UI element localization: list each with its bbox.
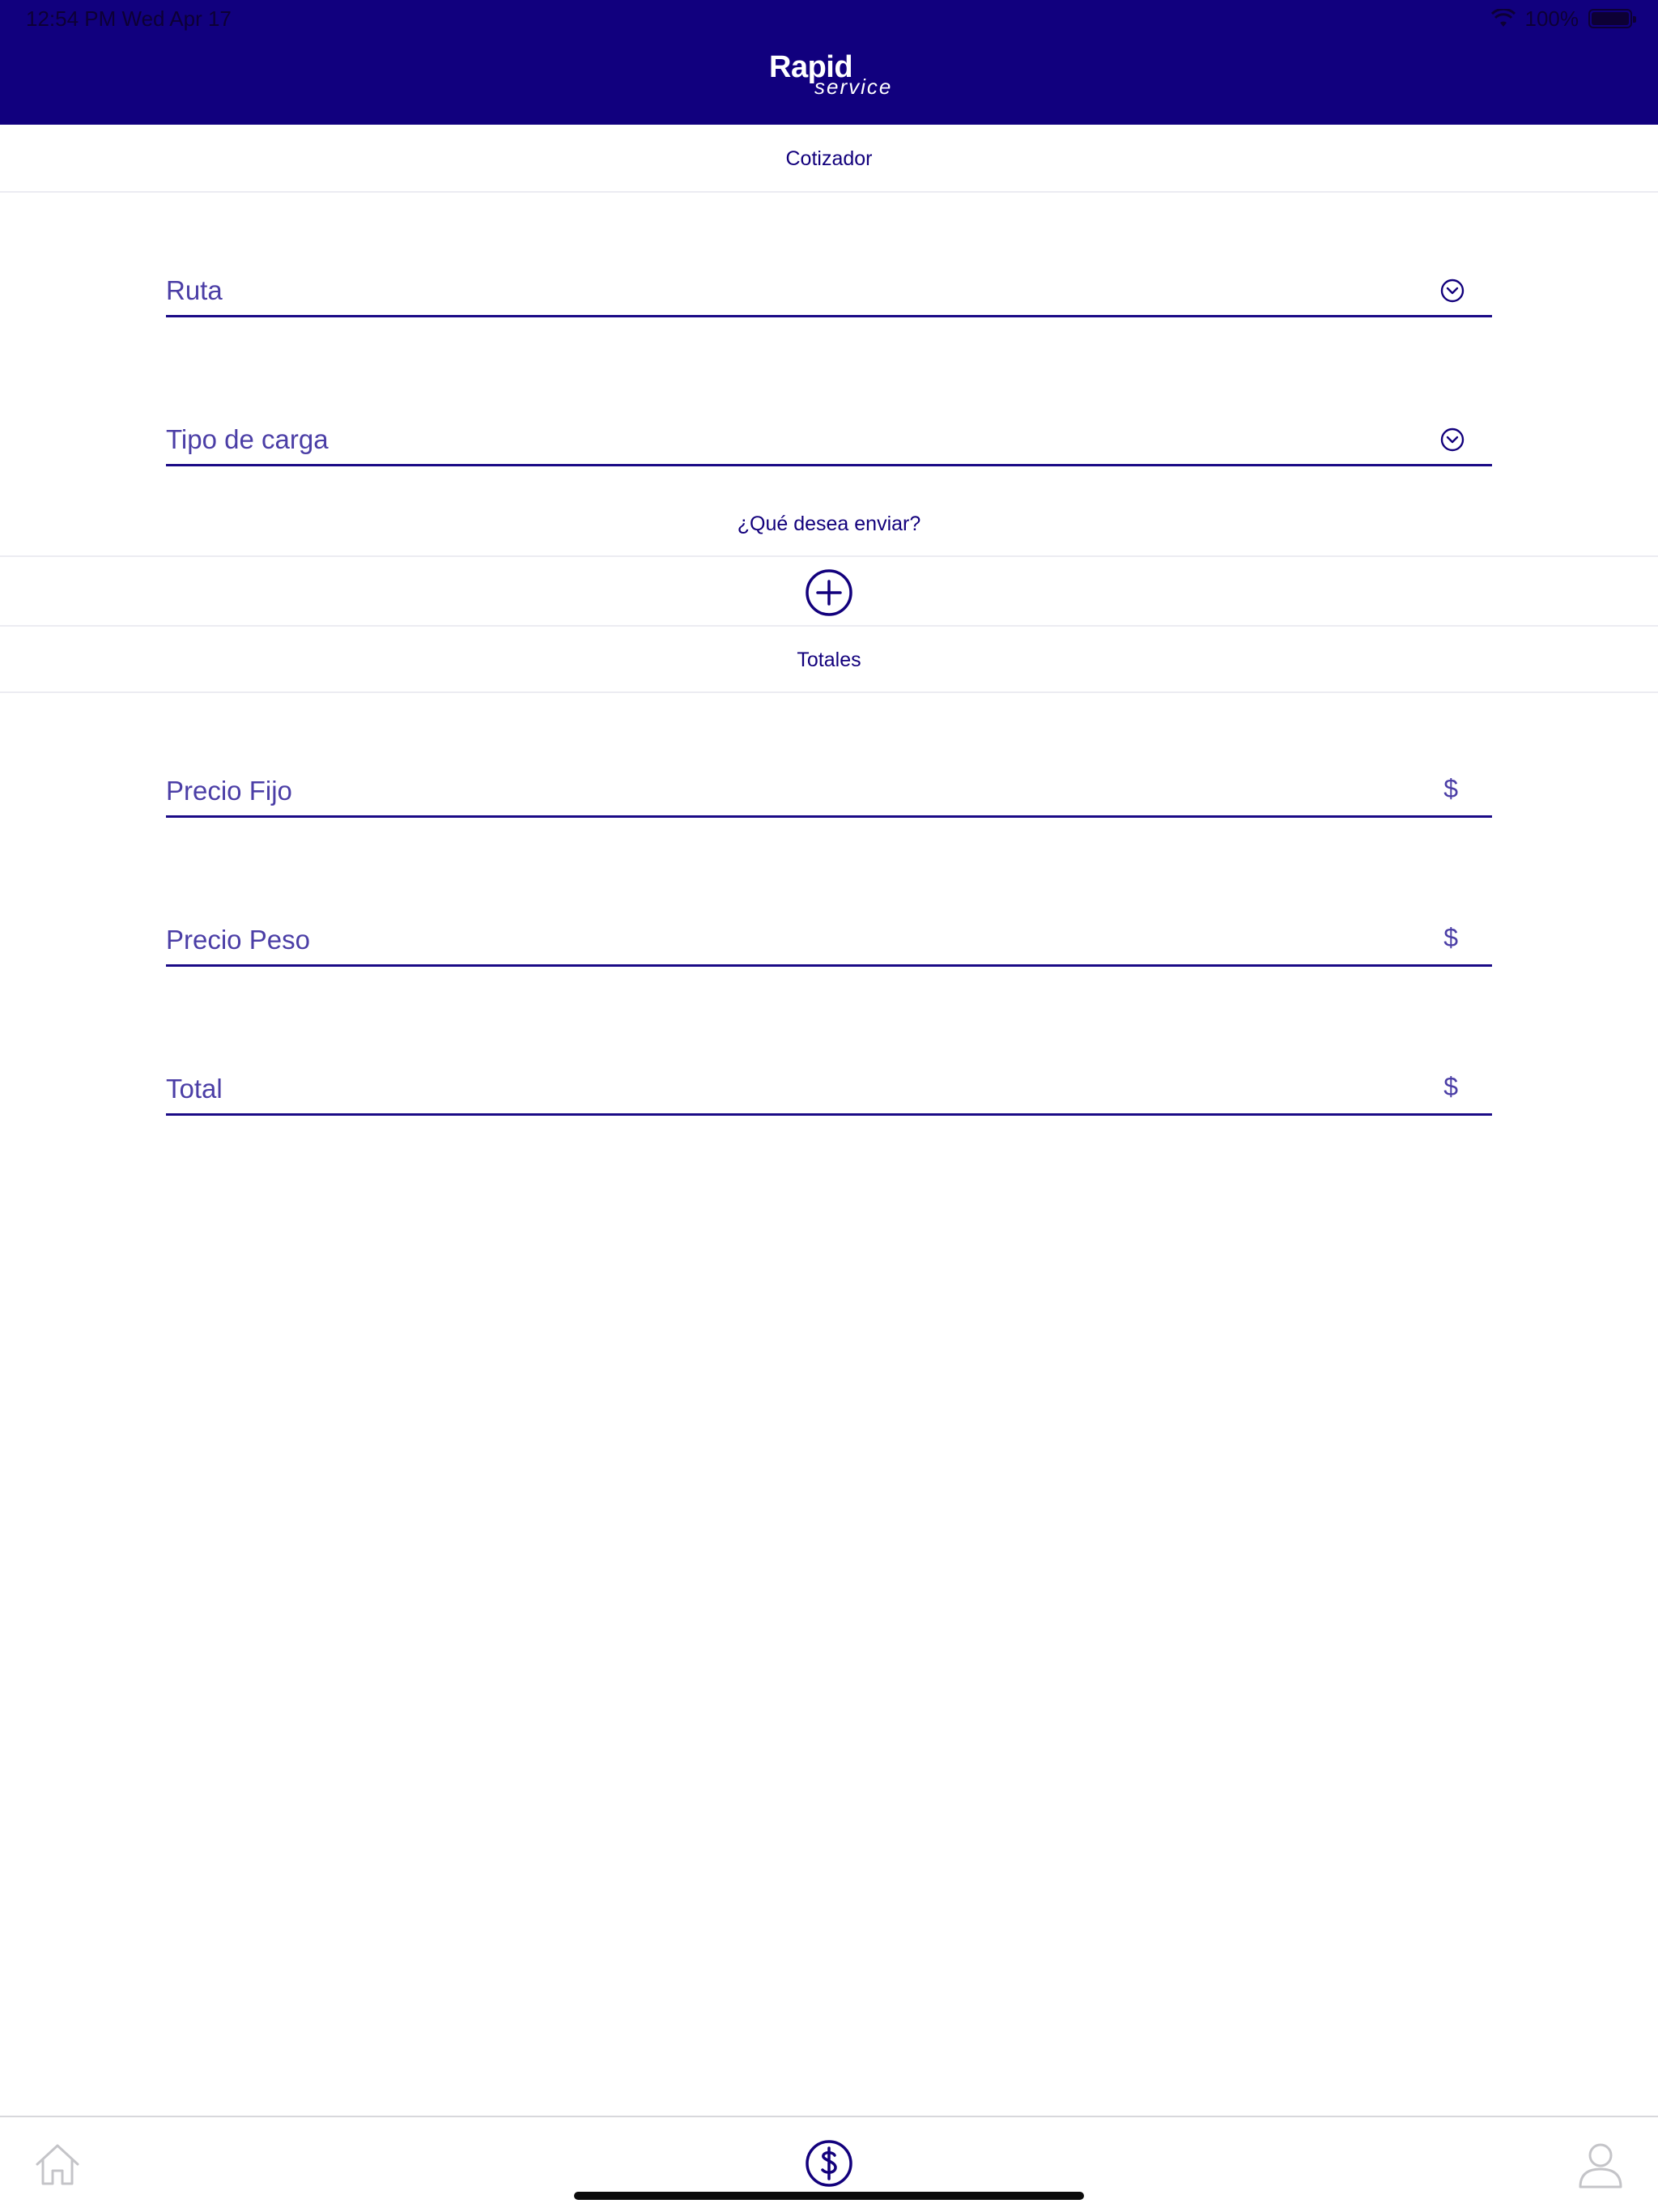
home-indicator [574, 2192, 1084, 2200]
precio-fijo-field[interactable]: Precio Fijo $ [166, 769, 1492, 818]
total-field[interactable]: Total $ [166, 1067, 1492, 1116]
chevron-down-circle-icon [1440, 428, 1465, 452]
battery-icon [1588, 9, 1636, 28]
ruta-label: Ruta [166, 275, 223, 305]
precio-peso-label: Precio Peso [166, 925, 310, 955]
add-item-row [0, 557, 1658, 627]
status-bar: 12:54 PM Wed Apr 17 100% [0, 0, 1658, 37]
logo-sub-text: service [814, 74, 893, 99]
section-title-totales: Totales [0, 627, 1658, 693]
chevron-down-circle-icon [1440, 279, 1465, 303]
precio-fijo-label: Precio Fijo [166, 776, 292, 806]
precio-peso-field[interactable]: Precio Peso $ [166, 918, 1492, 967]
app-header: 12:54 PM Wed Apr 17 100% Rapid service [0, 0, 1658, 125]
tipo-carga-label: Tipo de carga [166, 424, 329, 454]
status-right: 100% [1490, 5, 1636, 32]
currency-symbol: $ [1443, 923, 1458, 952]
app-logo: Rapid service [769, 50, 899, 102]
status-time: 12:54 PM Wed Apr 17 [26, 6, 232, 31]
currency-symbol: $ [1443, 774, 1458, 803]
plus-circle-icon[interactable] [805, 568, 853, 617]
dollar-circle-icon[interactable] [804, 2138, 854, 2189]
ruta-dropdown[interactable]: Ruta [166, 269, 1492, 317]
wifi-icon [1490, 9, 1516, 27]
battery-percent: 100% [1524, 6, 1579, 31]
currency-symbol: $ [1443, 1072, 1458, 1101]
section-title-question: ¿Qué desea enviar? [0, 494, 1658, 557]
tipo-carga-dropdown[interactable]: Tipo de carga [166, 418, 1492, 466]
total-label: Total [166, 1074, 223, 1104]
section-title-cotizador: Cotizador [0, 125, 1658, 193]
user-icon[interactable] [1575, 2140, 1626, 2190]
home-icon[interactable] [32, 2140, 83, 2190]
